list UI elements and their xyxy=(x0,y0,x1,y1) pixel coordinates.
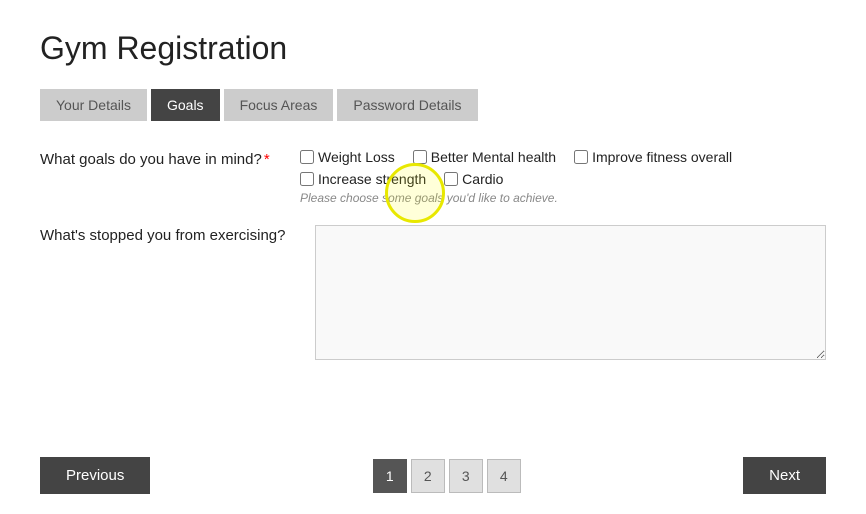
goals-hint: Please choose some goals you'd like to a… xyxy=(300,191,826,205)
checkbox-weight-loss[interactable]: Weight Loss xyxy=(300,149,395,165)
page-title: Gym Registration xyxy=(40,30,826,67)
stopped-label: What's stopped you from exercising? xyxy=(40,225,285,244)
goals-field: Weight Loss Better Mental health Improve… xyxy=(300,149,826,205)
form-section: What goals do you have in mind?* Weight … xyxy=(40,149,826,365)
pagination: 1 2 3 4 xyxy=(373,459,521,493)
next-button[interactable]: Next xyxy=(743,457,826,494)
checkbox-better-mental-health-input[interactable] xyxy=(413,150,427,164)
tab-bar: Your Details Goals Focus Areas Password … xyxy=(40,89,826,121)
goals-row: What goals do you have in mind?* Weight … xyxy=(40,149,826,205)
tab-your-details[interactable]: Your Details xyxy=(40,89,147,121)
page-2-button[interactable]: 2 xyxy=(411,459,445,493)
checkbox-cardio[interactable]: Cardio xyxy=(444,171,503,187)
goals-checkboxes: Weight Loss Better Mental health Improve… xyxy=(300,149,826,187)
checkbox-improve-fitness-input[interactable] xyxy=(574,150,588,164)
stopped-field xyxy=(315,225,826,365)
tab-password-details[interactable]: Password Details xyxy=(337,89,477,121)
goals-row-2: Increase strength Cardio xyxy=(300,171,826,187)
stopped-textarea[interactable] xyxy=(315,225,826,360)
page-4-button[interactable]: 4 xyxy=(487,459,521,493)
goals-label: What goals do you have in mind?* xyxy=(40,149,270,168)
tab-focus-areas[interactable]: Focus Areas xyxy=(224,89,334,121)
checkbox-cardio-input[interactable] xyxy=(444,172,458,186)
checkbox-increase-strength[interactable]: Increase strength xyxy=(300,171,426,187)
page-3-button[interactable]: 3 xyxy=(449,459,483,493)
footer: Previous 1 2 3 4 Next xyxy=(0,429,866,514)
previous-button[interactable]: Previous xyxy=(40,457,150,494)
tab-goals[interactable]: Goals xyxy=(151,89,220,121)
required-indicator: * xyxy=(264,151,270,168)
checkbox-better-mental-health[interactable]: Better Mental health xyxy=(413,149,556,165)
goals-row-1: Weight Loss Better Mental health Improve… xyxy=(300,149,826,165)
page-1-button[interactable]: 1 xyxy=(373,459,407,493)
checkbox-improve-fitness[interactable]: Improve fitness overall xyxy=(574,149,732,165)
checkbox-weight-loss-input[interactable] xyxy=(300,150,314,164)
stopped-row: What's stopped you from exercising? xyxy=(40,225,826,365)
checkbox-increase-strength-input[interactable] xyxy=(300,172,314,186)
